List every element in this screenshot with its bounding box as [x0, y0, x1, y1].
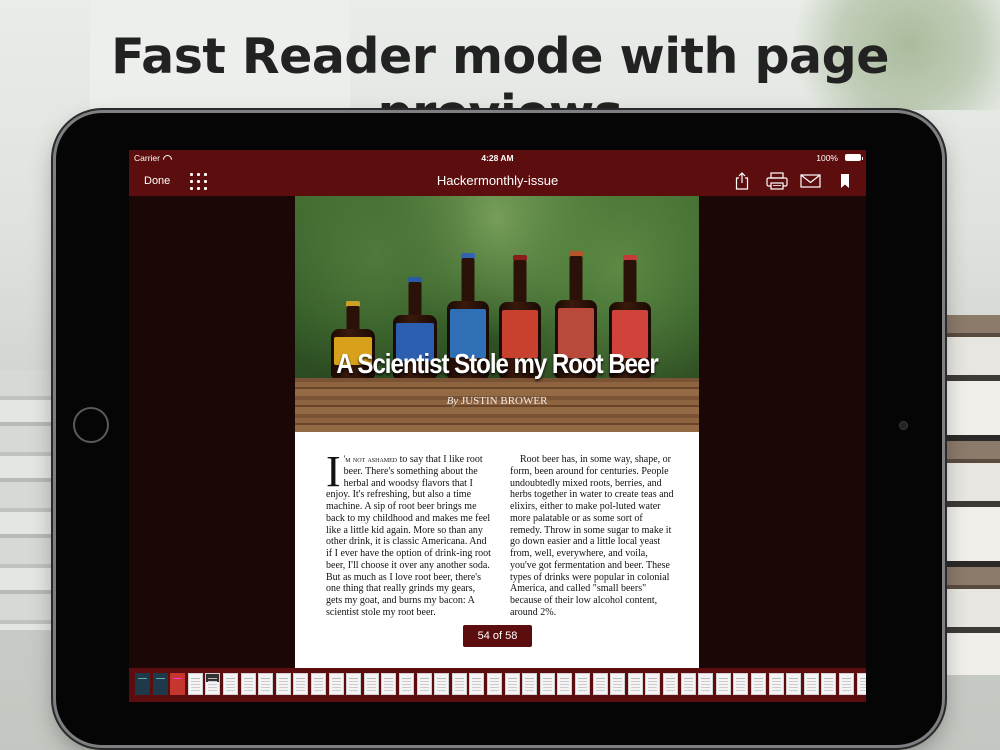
- page-thumbnail[interactable]: [328, 673, 344, 695]
- page-thumbnail[interactable]: [610, 673, 626, 695]
- page-thumbnail[interactable]: [680, 673, 696, 695]
- article-byline: By JUSTIN BROWER: [295, 395, 699, 407]
- lead-smallcaps: 'm not ashamed: [343, 454, 398, 464]
- article-column-2: Root beer has, in some way, shape, or fo…: [510, 454, 676, 619]
- page-thumbnail[interactable]: [768, 673, 784, 695]
- bookmark-icon[interactable]: [840, 172, 850, 190]
- page-thumbnail[interactable]: [856, 673, 866, 695]
- page-thumbnail[interactable]: [751, 673, 766, 695]
- page-thumbnail[interactable]: [399, 673, 414, 695]
- nav-bar: Done Hackermonthly-issue: [129, 166, 866, 196]
- page-thumbnail[interactable]: [187, 673, 203, 695]
- page-thumbnail[interactable]: [557, 673, 573, 695]
- page-thumbnail[interactable]: [135, 673, 150, 695]
- article-title: A Scientist Stole my Root Beer: [336, 348, 658, 379]
- page-thumbnail[interactable]: [504, 673, 520, 695]
- home-button[interactable]: [73, 407, 109, 443]
- battery-percent: 100%: [816, 153, 838, 163]
- page-thumbnail[interactable]: [346, 673, 362, 695]
- page-thumbnail[interactable]: [205, 673, 221, 695]
- ipad-device: Carrier 4:28 AM 100% Done Hackermonthly-…: [56, 113, 942, 745]
- page-thumbnail[interactable]: [416, 673, 432, 695]
- page-thumbnail[interactable]: [434, 673, 450, 695]
- mail-icon[interactable]: [800, 172, 821, 190]
- page-thumbnail[interactable]: [223, 673, 238, 695]
- page-thumbnail[interactable]: [522, 673, 538, 695]
- byline-prefix: By: [446, 395, 459, 407]
- page-thumbnail[interactable]: [839, 673, 854, 695]
- author-name: JUSTIN BROWER: [460, 395, 548, 407]
- page-indicator: 54 of 58: [463, 625, 532, 647]
- document-title: Hackermonthly-issue: [436, 173, 559, 188]
- reader-screen: Carrier 4:28 AM 100% Done Hackermonthly-…: [129, 150, 866, 702]
- page-thumbnail[interactable]: [645, 673, 661, 695]
- page-thumbnail[interactable]: [786, 673, 802, 695]
- page-thumbnail[interactable]: [293, 673, 309, 695]
- page-thumbnail[interactable]: [539, 673, 555, 695]
- magazine-page[interactable]: A Scientist Stole my Root Beer By JUSTIN…: [295, 196, 699, 684]
- page-thumbnail[interactable]: [258, 673, 274, 695]
- column-2-text: Root beer has, in some way, shape, or fo…: [510, 454, 674, 618]
- page-thumbnail[interactable]: [275, 673, 291, 695]
- page-thumbnail[interactable]: [451, 673, 467, 695]
- page-thumbnail[interactable]: [170, 673, 186, 695]
- page-thumbnail[interactable]: [469, 673, 485, 695]
- print-icon[interactable]: [766, 172, 788, 190]
- page-thumbnail[interactable]: [363, 673, 379, 695]
- page-thumbnail[interactable]: [698, 673, 714, 695]
- page-thumbnail[interactable]: [733, 673, 749, 695]
- drop-cap: I: [326, 447, 341, 496]
- article-hero-image: A Scientist Stole my Root Beer By JUSTIN…: [295, 196, 699, 432]
- camera: [899, 421, 908, 430]
- page-thumbnail[interactable]: [575, 673, 590, 695]
- page-thumbnail[interactable]: [311, 673, 326, 695]
- status-time: 4:28 AM: [481, 153, 514, 163]
- page-thumbnail[interactable]: [381, 673, 397, 695]
- page-thumbnail[interactable]: [663, 673, 678, 695]
- page-thumbnail[interactable]: [821, 673, 837, 695]
- page-thumbnail-strip[interactable]: [129, 668, 866, 702]
- page-thumbnail[interactable]: [592, 673, 608, 695]
- battery-icon: [845, 154, 863, 161]
- page-thumbnail[interactable]: [487, 673, 502, 695]
- page-thumbnail[interactable]: [240, 673, 256, 695]
- article-column-1: I'm not ashamed to say that I like root …: [326, 447, 492, 619]
- page-thumbnail[interactable]: [627, 673, 643, 695]
- page-thumbnail[interactable]: [803, 673, 819, 695]
- page-thumbnail[interactable]: [715, 673, 731, 695]
- status-bar: Carrier 4:28 AM 100%: [129, 150, 866, 166]
- column-1-text: to say that I like root beer. There's so…: [326, 454, 491, 618]
- share-icon[interactable]: [735, 172, 749, 190]
- page-thumbnail[interactable]: [152, 673, 168, 695]
